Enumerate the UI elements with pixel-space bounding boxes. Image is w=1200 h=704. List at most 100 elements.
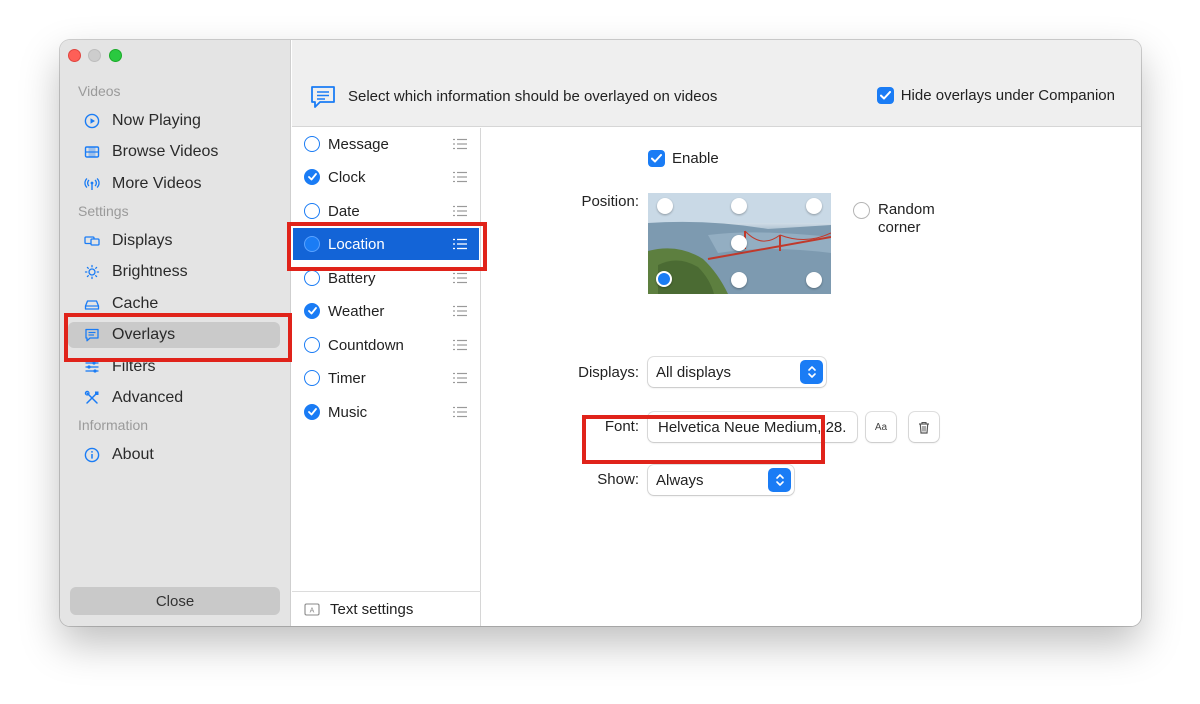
enable-checkbox[interactable]: Enable: [648, 150, 719, 167]
list-item-label: Weather: [328, 302, 385, 320]
sun-icon: [84, 264, 100, 280]
list-handle-icon[interactable]: [453, 371, 467, 388]
sidebar-item-now-playing[interactable]: Now Playing: [84, 108, 201, 134]
drive-icon: [84, 296, 100, 312]
text-box-icon: A: [304, 602, 320, 616]
list-item-message[interactable]: Message: [293, 128, 479, 160]
hide-overlays-label: Hide overlays under Companion: [900, 87, 1115, 104]
info-icon: [84, 447, 100, 463]
position-bottom-left[interactable]: [656, 271, 672, 287]
displays-icon: [84, 233, 100, 249]
radio-unchecked-icon[interactable]: [304, 370, 320, 386]
enable-label: Enable: [672, 150, 719, 167]
sidebar-item-label: Cache: [112, 295, 159, 312]
section-label-settings: Settings: [78, 203, 129, 219]
highlight-show: [582, 415, 825, 464]
displays-label: Displays:: [578, 364, 639, 381]
overlay-list: Message Clock Date Location Battery Weat…: [292, 128, 481, 626]
displays-select[interactable]: All displays: [648, 357, 826, 387]
chevron-up-down-icon: [800, 360, 823, 384]
sidebar-item-label: About: [112, 446, 154, 463]
sidebar-item-label: Brightness: [112, 263, 188, 280]
radio-unchecked-icon[interactable]: [304, 136, 320, 152]
list-item-weather[interactable]: Weather: [293, 295, 479, 327]
sidebar-item-label: Displays: [112, 232, 173, 249]
random-corner-label: Random corner: [878, 201, 935, 237]
list-handle-icon[interactable]: [453, 137, 467, 154]
list-handle-icon[interactable]: [453, 405, 467, 422]
section-label-videos: Videos: [78, 83, 121, 99]
font-picker-label: Aa: [874, 421, 888, 433]
close-window-button[interactable]: [68, 49, 81, 62]
overlay-header: Select which information should be overl…: [292, 40, 1141, 127]
list-item-label: Date: [328, 202, 360, 220]
position-center[interactable]: [731, 235, 747, 251]
show-label: Show:: [597, 471, 639, 488]
hide-overlays-checkbox[interactable]: Hide overlays under Companion: [876, 87, 1115, 104]
list-handle-icon[interactable]: [453, 204, 467, 221]
radio-unchecked-icon: [853, 202, 870, 219]
radio-unchecked-icon[interactable]: [304, 337, 320, 353]
text-settings-button[interactable]: A Text settings: [292, 591, 481, 626]
chevron-up-down-icon: [768, 468, 791, 492]
sidebar-item-label: Browse Videos: [112, 143, 219, 160]
radio-unchecked-icon[interactable]: [304, 270, 320, 286]
minimize-window-button[interactable]: [88, 49, 101, 62]
radio-unchecked-icon[interactable]: [304, 203, 320, 219]
highlight-location: [287, 222, 487, 271]
overlay-detail-pane: Enable Position: Random corner Displays:…: [490, 128, 1141, 626]
sidebar-item-label: Advanced: [112, 389, 184, 406]
list-item-clock[interactable]: Clock: [293, 161, 479, 193]
list-item-label: Clock: [328, 168, 366, 186]
checkbox-checked-icon: [648, 150, 665, 167]
list-handle-icon[interactable]: [453, 338, 467, 355]
sidebar-item-displays[interactable]: Displays: [84, 228, 172, 254]
list-handle-icon[interactable]: [453, 271, 467, 288]
sidebar-item-label: Now Playing: [112, 112, 201, 129]
position-top-left[interactable]: [657, 198, 673, 214]
radio-checked-icon[interactable]: [304, 303, 320, 319]
list-item-countdown[interactable]: Countdown: [293, 329, 479, 361]
svg-text:A: A: [310, 607, 315, 614]
message-bubble-icon: [310, 85, 336, 114]
list-item-timer[interactable]: Timer: [293, 362, 479, 394]
list-item-label: Music: [328, 403, 368, 421]
tools-icon: [84, 390, 100, 406]
antenna-icon: [84, 176, 100, 192]
position-bottom-center[interactable]: [731, 272, 747, 288]
show-select[interactable]: Always: [648, 465, 794, 495]
random-corner-radio[interactable]: Random corner: [853, 201, 935, 237]
delete-font-button[interactable]: [909, 412, 939, 442]
random-corner-label-line1: Random: [878, 201, 935, 218]
header-title: Select which information should be overl…: [348, 88, 718, 105]
position-top-right[interactable]: [806, 198, 822, 214]
radio-checked-icon[interactable]: [304, 169, 320, 185]
sidebar-item-about[interactable]: About: [84, 442, 154, 468]
show-value: Always: [656, 471, 704, 489]
sidebar-item-brightness[interactable]: Brightness: [84, 259, 188, 285]
close-button[interactable]: Close: [70, 587, 280, 615]
list-item-music[interactable]: Music: [293, 396, 479, 428]
position-bottom-right[interactable]: [806, 272, 822, 288]
list-handle-icon[interactable]: [453, 170, 467, 187]
list-handle-icon[interactable]: [453, 304, 467, 321]
highlight-overlays: [64, 313, 292, 362]
sidebar-item-browse-videos[interactable]: Browse Videos: [84, 139, 218, 165]
list-item-label: Battery: [328, 269, 376, 287]
random-corner-label-line2: corner: [878, 219, 921, 236]
sidebar-item-label: More Videos: [112, 175, 202, 192]
text-settings-label: Text settings: [330, 600, 414, 618]
play-circle-icon: [84, 113, 100, 129]
font-picker-button[interactable]: Aa: [866, 412, 896, 442]
sidebar-item-advanced[interactable]: Advanced: [84, 385, 183, 411]
sidebar-item-more-videos[interactable]: More Videos: [84, 171, 202, 197]
trash-icon: [918, 421, 930, 434]
list-item-label: Countdown: [328, 336, 404, 354]
film-icon: [84, 144, 100, 160]
position-top-center[interactable]: [731, 198, 747, 214]
section-label-information: Information: [78, 417, 149, 433]
radio-checked-icon[interactable]: [304, 404, 320, 420]
list-item-label: Timer: [328, 369, 366, 387]
zoom-window-button[interactable]: [109, 49, 122, 62]
list-item-label: Message: [328, 135, 389, 153]
